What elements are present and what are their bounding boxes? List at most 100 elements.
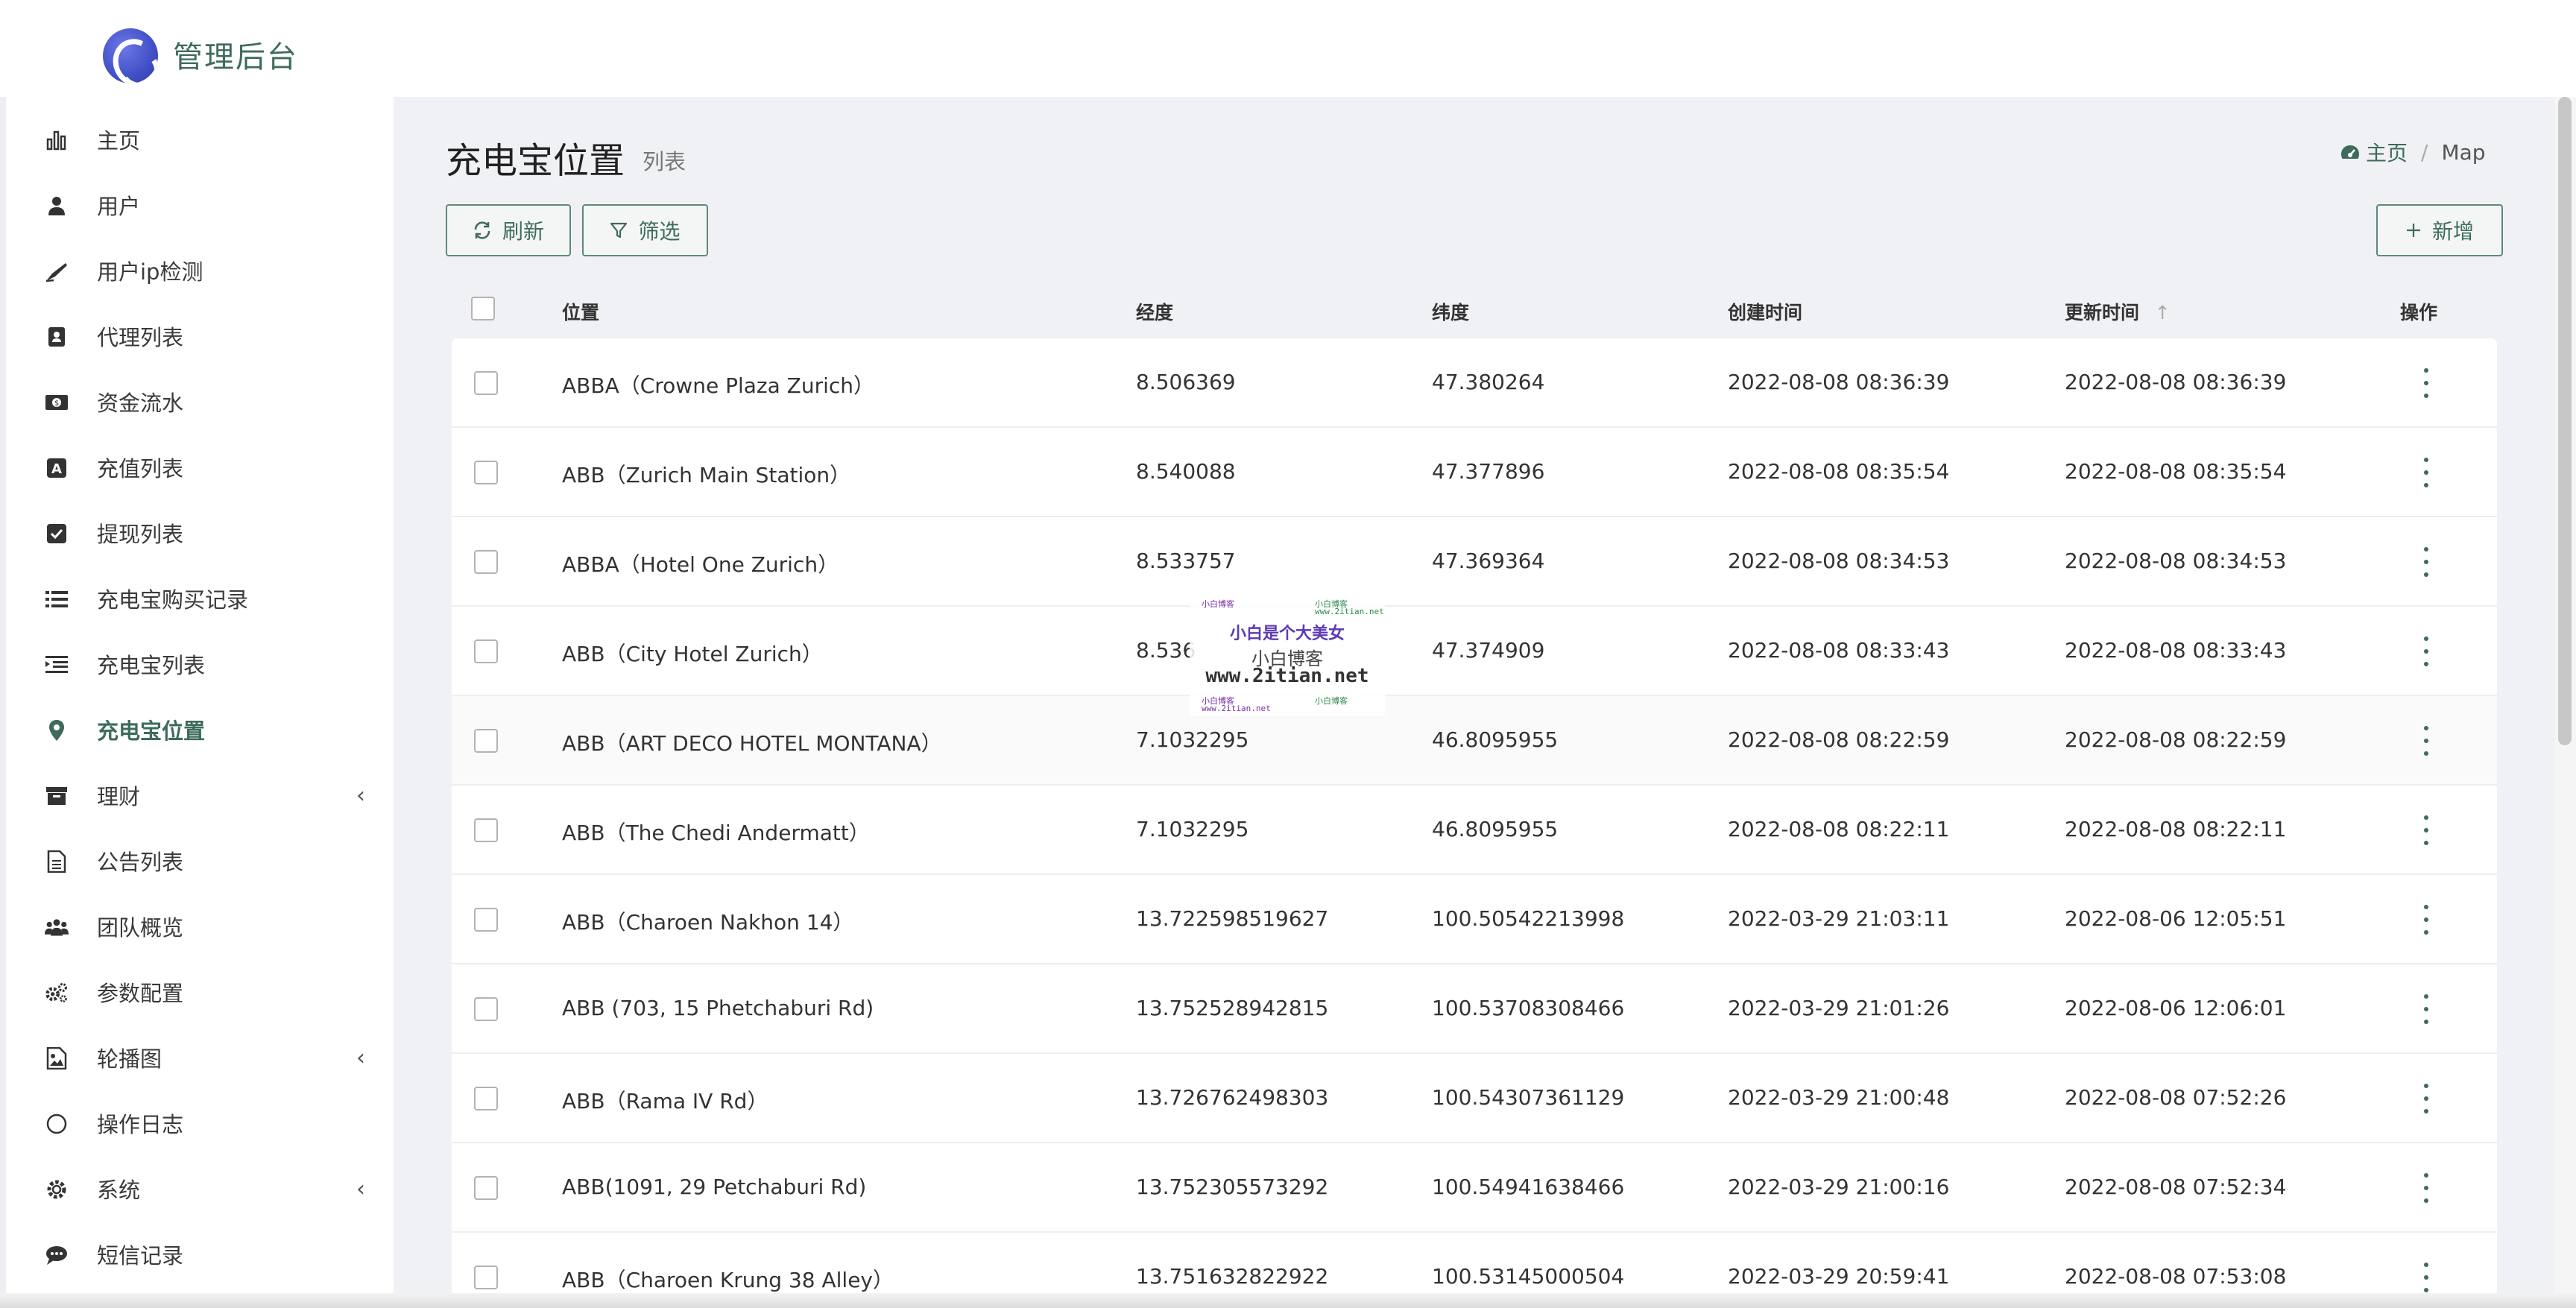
sidebar-item-withdraw[interactable]: 提现列表 xyxy=(6,507,394,559)
table-row[interactable]: ABB（Charoen Nakhon 14） 13.722598519627 1… xyxy=(452,875,2497,964)
row-checkbox[interactable] xyxy=(474,818,498,842)
watermark-tiny-right-bottom: 小白博客 xyxy=(1315,696,1348,706)
watermark-tiny-url-bottom: www.2itian.net xyxy=(1202,704,1271,713)
app-title[interactable]: 管理后台 xyxy=(173,33,298,76)
cell-latitude: 100.53145000504 xyxy=(1432,1264,1625,1289)
letter-a-box-icon: A xyxy=(45,456,69,480)
row-checkbox[interactable] xyxy=(474,639,498,663)
sidebar-item-carousel[interactable]: 轮播图 ‹ xyxy=(6,1031,394,1084)
refresh-button[interactable]: 刷新 xyxy=(446,204,571,256)
row-actions-menu-icon[interactable] xyxy=(2422,368,2431,398)
chevron-left-icon[interactable]: ‹ xyxy=(356,1045,365,1071)
breadcrumb-home[interactable]: 主页 xyxy=(2340,137,2408,167)
row-checkbox[interactable] xyxy=(474,461,498,484)
cell-created: 2022-03-29 20:59:41 xyxy=(1728,1264,1950,1289)
sidebar-item-announcements[interactable]: 公告列表 xyxy=(6,835,394,887)
cell-created: 2022-08-08 08:33:43 xyxy=(1728,638,1950,663)
sidebar-item-param-config[interactable]: 参数配置 xyxy=(6,966,394,1018)
column-header-created[interactable]: 创建时间 xyxy=(1728,298,1802,325)
sidebar-item-powerbank-location[interactable]: 充电宝位置 xyxy=(6,704,394,756)
row-checkbox[interactable] xyxy=(474,1087,498,1110)
chevron-left-icon[interactable]: ‹ xyxy=(356,1176,365,1202)
sidebar-item-system[interactable]: 系统 ‹ xyxy=(6,1163,394,1215)
sidebar-item-powerbank-purchases[interactable]: 充电宝购买记录 xyxy=(6,572,394,625)
select-all-checkbox[interactable] xyxy=(471,297,495,320)
sidebar-item-sms-records[interactable]: 短信记录 xyxy=(6,1228,394,1280)
sidebar-item-fund-flow[interactable]: $ 资金流水 xyxy=(6,376,394,428)
column-header-latitude[interactable]: 纬度 xyxy=(1432,298,1469,325)
row-checkbox[interactable] xyxy=(474,997,498,1021)
sidebar-item-powerbank-list[interactable]: 充电宝列表 xyxy=(6,638,394,690)
cell-updated: 2022-08-08 08:22:11 xyxy=(2065,817,2287,841)
sidebar-item-users[interactable]: 用户 xyxy=(6,179,394,231)
column-header-updated-label: 更新时间 xyxy=(2065,302,2140,323)
table-row[interactable]: ABBA（Hotel One Zurich） 8.533757 47.36936… xyxy=(452,517,2497,607)
cell-updated: 2022-08-08 08:33:43 xyxy=(2065,638,2287,663)
cell-location: ABB（Charoen Nakhon 14） xyxy=(562,910,854,935)
cell-created: 2022-08-08 08:34:53 xyxy=(1728,549,1950,573)
row-checkbox[interactable] xyxy=(474,1176,498,1200)
column-header-updated[interactable]: 更新时间 ↑ xyxy=(2065,298,2171,325)
sidebar-item-agents[interactable]: 代理列表 xyxy=(6,310,394,362)
table-row[interactable]: ABB（City Hotel Zurich） 8.536 47.374909 2… xyxy=(452,607,2497,696)
filter-button[interactable]: 筛选 xyxy=(582,204,708,256)
cell-longitude: 7.1032295 xyxy=(1136,817,1249,841)
table-row[interactable]: ABB（The Chedi Andermatt） 7.1032295 46.80… xyxy=(452,786,2497,875)
cell-created: 2022-03-29 21:00:16 xyxy=(1728,1175,1950,1199)
table-body: ABBA（Crowne Plaza Zurich） 8.506369 47.38… xyxy=(452,338,2497,1308)
cell-updated: 2022-08-08 08:34:53 xyxy=(2065,549,2287,573)
sidebar-item-label: 操作日志 xyxy=(97,1112,184,1137)
circle-icon xyxy=(45,1112,69,1136)
row-actions-menu-icon[interactable] xyxy=(2422,726,2431,756)
row-actions-menu-icon[interactable] xyxy=(2422,905,2431,935)
row-actions-menu-icon[interactable] xyxy=(2422,815,2431,845)
row-actions-menu-icon[interactable] xyxy=(2422,1084,2431,1113)
cell-latitude: 47.374909 xyxy=(1432,638,1545,663)
column-header-longitude[interactable]: 经度 xyxy=(1136,298,1173,325)
map-pin-icon xyxy=(45,718,69,742)
cell-longitude: 7.1032295 xyxy=(1136,727,1249,752)
app-logo[interactable] xyxy=(103,28,158,83)
cell-location: ABB（Zurich Main Station） xyxy=(562,463,851,487)
row-actions-menu-icon[interactable] xyxy=(2422,1173,2431,1203)
row-actions-menu-icon[interactable] xyxy=(2422,547,2431,577)
row-actions-menu-icon[interactable] xyxy=(2422,994,2431,1024)
table-row[interactable]: ABB（Zurich Main Station） 8.540088 47.377… xyxy=(452,428,2497,517)
scrollbar-thumb[interactable] xyxy=(2558,97,2572,745)
cell-location: ABB（The Chedi Andermatt） xyxy=(562,821,870,845)
add-button[interactable]: 新增 xyxy=(2376,204,2503,256)
row-actions-menu-icon[interactable] xyxy=(2422,458,2431,487)
dashboard-icon xyxy=(2341,145,2359,159)
cell-longitude: 13.751632822922 xyxy=(1136,1264,1329,1289)
row-checkbox[interactable] xyxy=(474,550,498,574)
table-row[interactable]: ABB(1091, 29 Petchaburi Rd) 13.752305573… xyxy=(452,1143,2497,1233)
row-actions-menu-icon[interactable] xyxy=(2422,1263,2431,1292)
sidebar-item-label: 短信记录 xyxy=(97,1243,184,1268)
cell-updated: 2022-08-06 12:06:01 xyxy=(2065,996,2287,1020)
row-checkbox[interactable] xyxy=(474,1266,498,1289)
users-icon xyxy=(45,915,69,939)
sidebar-item-home[interactable]: 主页 xyxy=(6,113,394,165)
cell-location: ABB(1091, 29 Petchaburi Rd) xyxy=(562,1175,867,1199)
sidebar-item-recharge[interactable]: A 充值列表 xyxy=(6,441,394,493)
sidebar-item-operation-log[interactable]: 操作日志 xyxy=(6,1097,394,1149)
sort-arrow-icon[interactable]: ↑ xyxy=(2155,302,2171,323)
sidebar-item-finance[interactable]: 理财 ‹ xyxy=(6,769,394,821)
table-row[interactable]: ABB (703, 15 Phetchaburi Rd) 13.75252894… xyxy=(452,964,2497,1054)
chevron-left-icon[interactable]: ‹ xyxy=(356,783,365,809)
cell-latitude: 46.8095955 xyxy=(1432,727,1559,752)
watermark-line3: www.2itian.net xyxy=(1205,665,1369,687)
row-checkbox[interactable] xyxy=(474,371,498,395)
sidebar-item-team-overview[interactable]: 团队概览 xyxy=(6,900,394,952)
row-checkbox[interactable] xyxy=(474,908,498,932)
cell-created: 2022-03-29 21:03:11 xyxy=(1728,906,1950,931)
table-row[interactable]: ABB（Rama IV Rd） 13.726762498303 100.5430… xyxy=(452,1054,2497,1143)
row-checkbox[interactable] xyxy=(474,729,498,753)
table-row[interactable]: ABBA（Crowne Plaza Zurich） 8.506369 47.38… xyxy=(452,338,2497,428)
row-actions-menu-icon[interactable] xyxy=(2422,636,2431,666)
sidebar-item-user-ip-check[interactable]: 用户ip检测 xyxy=(6,244,394,297)
column-header-location[interactable]: 位置 xyxy=(562,298,599,325)
table-row[interactable]: ABB（ART DECO HOTEL MONTANA） 7.1032295 46… xyxy=(452,696,2497,786)
cell-longitude: 8.536 xyxy=(1136,638,1196,663)
cell-latitude: 100.53708308466 xyxy=(1432,996,1625,1020)
